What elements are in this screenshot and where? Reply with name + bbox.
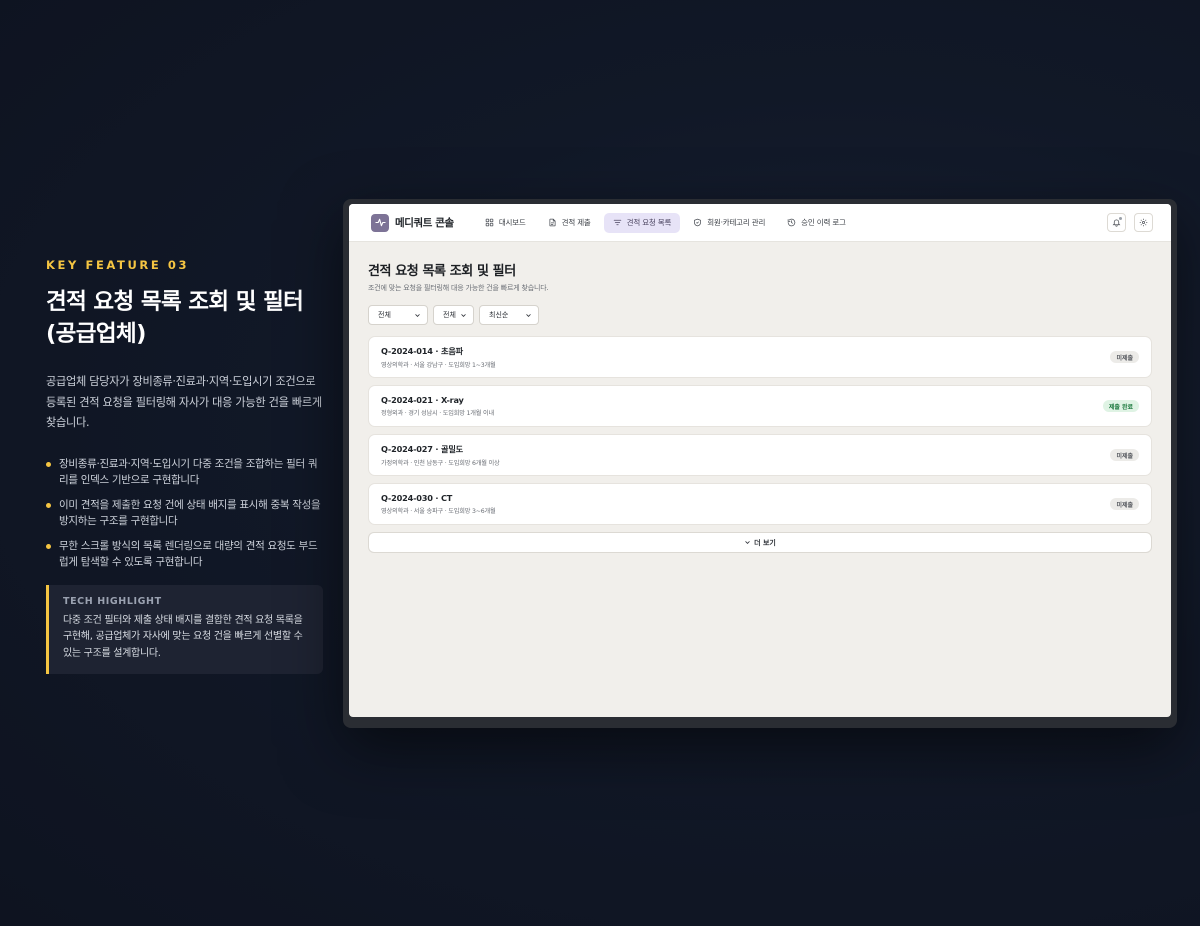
feature-bullet-text: 장비종류·진료과·지역·도입시기 다중 조건을 조합하는 필터 쿼리를 인덱스 … [59, 457, 318, 487]
bullet-dot-icon [46, 543, 51, 549]
request-list: Q-2024-014 · 초음파 영상의학과 · 서울 강남구 · 도입희망 1… [368, 336, 1152, 553]
history-icon [787, 218, 796, 227]
bullet-dot-icon [46, 461, 51, 467]
request-meta: 가정의학과 · 인천 남동구 · 도입희망 6개월 이상 [381, 460, 500, 467]
request-info: Q-2024-030 · CT 영상의학과 · 서울 송파구 · 도입희망 3~… [381, 493, 496, 515]
status-badge: 미제출 [1110, 351, 1139, 363]
feature-bullet: 무한 스크롤 방식의 목록 렌더링으로 대량의 견적 요청도 부드럽게 탐색할 … [46, 538, 326, 571]
device-frame: 메디쿼트 콘솔 대시보드 견적 제출 견적 요청 목록 회원·카테고리 관리 승… [343, 199, 1177, 728]
feature-bullets: 장비종류·진료과·지역·도입시기 다중 조건을 조합하는 필터 쿼리를 인덱스 … [46, 456, 326, 571]
nav-item-member-category[interactable]: 회원·카테고리 관리 [684, 213, 774, 233]
pulse-logo-icon [371, 213, 389, 232]
filter-select-equipment[interactable]: 전체 [368, 305, 428, 325]
request-card[interactable]: Q-2024-014 · 초음파 영상의학과 · 서울 강남구 · 도입희망 1… [368, 336, 1152, 378]
nav-label: 견적 요청 목록 [626, 218, 672, 227]
settings-button[interactable] [1134, 213, 1153, 232]
request-meta: 영상의학과 · 서울 강남구 · 도입희망 1~3개월 [381, 362, 496, 369]
brand[interactable]: 메디쿼트 콘솔 [371, 213, 454, 232]
feature-description: 공급업체 담당자가 장비종류·진료과·지역·도입시기 조건으로 등록된 견적 요… [46, 375, 322, 429]
load-more-button[interactable]: 더 보기 [368, 532, 1152, 553]
page-title: 견적 요청 목록 조회 및 필터 [368, 264, 516, 279]
tech-highlight-body: 다중 조건 필터와 제출 상태 배지를 결합한 견적 요청 목록을 구현해, 공… [63, 614, 303, 659]
feature-title: 견적 요청 목록 조회 및 필터 (공급업체) [46, 286, 326, 350]
sort-select[interactable]: 최신순 [479, 305, 539, 325]
request-meta: 영상의학과 · 서울 송파구 · 도입희망 3~6개월 [381, 508, 496, 515]
request-title: Q-2024-021 · X-ray [381, 395, 464, 405]
page-subtitle: 조건에 맞는 요청을 필터링해 대응 가능한 건을 빠르게 찾습니다. [368, 284, 549, 292]
tech-highlight-title: TECH HIGHLIGHT [63, 595, 162, 607]
feature-eyebrow: KEY FEATURE 03 [46, 258, 190, 272]
feature-title-line1: 견적 요청 목록 조회 및 필터 [46, 289, 304, 315]
brand-name: 메디쿼트 콘솔 [395, 217, 454, 229]
chevron-down-icon [526, 313, 531, 317]
feature-title-line2: (공급업체) [46, 321, 146, 347]
bullet-dot-icon [46, 502, 51, 508]
request-title: Q-2024-030 · CT [381, 493, 453, 503]
app-topbar: 메디쿼트 콘솔 대시보드 견적 제출 견적 요청 목록 회원·카테고리 관리 승… [349, 204, 1171, 242]
grid-icon [485, 218, 494, 227]
nav-label: 승인 이력 로그 [801, 218, 846, 227]
filter-select-department[interactable]: 전체 [433, 305, 474, 325]
feature-panel: KEY FEATURE 03 견적 요청 목록 조회 및 필터 (공급업체) 공… [46, 258, 326, 674]
load-more-label: 더 보기 [754, 538, 776, 547]
status-badge: 제출 완료 [1102, 400, 1139, 412]
filter-value: 전체 [443, 311, 456, 319]
status-badge: 미제출 [1110, 498, 1139, 510]
notifications-button[interactable] [1107, 213, 1126, 232]
chevron-down-icon [461, 313, 466, 317]
feature-bullet: 이미 견적을 제출한 요청 건에 상태 배지를 표시해 중복 작성을 방지하는 … [46, 497, 326, 530]
feature-bullet: 장비종류·진료과·지역·도입시기 다중 조건을 조합하는 필터 쿼리를 인덱스 … [46, 456, 326, 489]
nav-item-quote-submit[interactable]: 견적 제출 [539, 213, 600, 233]
chevron-down-icon [415, 313, 420, 317]
shield-icon [694, 218, 702, 227]
nav-label: 견적 제출 [561, 218, 591, 227]
filter-value: 최신순 [489, 311, 509, 319]
request-meta: 정형외과 · 경기 성남시 · 도입희망 1개월 이내 [381, 410, 495, 417]
request-info: Q-2024-021 · X-ray 정형외과 · 경기 성남시 · 도입희망 … [381, 395, 494, 417]
feature-bullet-text: 무한 스크롤 방식의 목록 렌더링으로 대량의 견적 요청도 부드럽게 탐색할 … [59, 539, 318, 569]
filter-bar: 전체 전체 최신순 [368, 305, 1152, 325]
app-screen: 메디쿼트 콘솔 대시보드 견적 제출 견적 요청 목록 회원·카테고리 관리 승… [349, 204, 1171, 717]
request-info: Q-2024-014 · 초음파 영상의학과 · 서울 강남구 · 도입희망 1… [381, 345, 496, 369]
status-badge: 미제출 [1110, 449, 1139, 461]
notification-dot-icon [1119, 217, 1122, 220]
request-card[interactable]: Q-2024-021 · X-ray 정형외과 · 경기 성남시 · 도입희망 … [368, 385, 1152, 427]
request-title: Q-2024-027 · 골밀도 [381, 444, 463, 454]
nav-item-request-list[interactable]: 견적 요청 목록 [603, 212, 681, 233]
filter-value: 전체 [378, 311, 391, 319]
nav-item-approval-log[interactable]: 승인 이력 로그 [778, 213, 855, 233]
request-info: Q-2024-027 · 골밀도 가정의학과 · 인천 남동구 · 도입희망 6… [381, 443, 500, 467]
nav-item-dashboard[interactable]: 대시보드 [476, 213, 535, 233]
request-card[interactable]: Q-2024-027 · 골밀도 가정의학과 · 인천 남동구 · 도입희망 6… [368, 434, 1152, 476]
feature-bullet-text: 이미 견적을 제출한 요청 건에 상태 배지를 표시해 중복 작성을 방지하는 … [59, 498, 321, 528]
filter-icon [613, 219, 621, 226]
chevron-down-icon [745, 541, 750, 544]
main-nav: 대시보드 견적 제출 견적 요청 목록 회원·카테고리 관리 승인 이력 로그 [476, 212, 855, 233]
request-title: Q-2024-014 · 초음파 [381, 346, 463, 356]
document-icon [549, 218, 556, 227]
gear-icon [1139, 218, 1148, 227]
tech-highlight-box: TECH HIGHLIGHT 다중 조건 필터와 제출 상태 배지를 결합한 견… [46, 584, 323, 674]
nav-label: 회원·카테고리 관리 [707, 218, 766, 227]
main-content: 견적 요청 목록 조회 및 필터 조건에 맞는 요청을 필터링해 대응 가능한 … [349, 242, 1171, 553]
request-card[interactable]: Q-2024-030 · CT 영상의학과 · 서울 송파구 · 도입희망 3~… [368, 483, 1152, 525]
nav-label: 대시보드 [498, 218, 526, 227]
top-actions [1107, 213, 1153, 232]
